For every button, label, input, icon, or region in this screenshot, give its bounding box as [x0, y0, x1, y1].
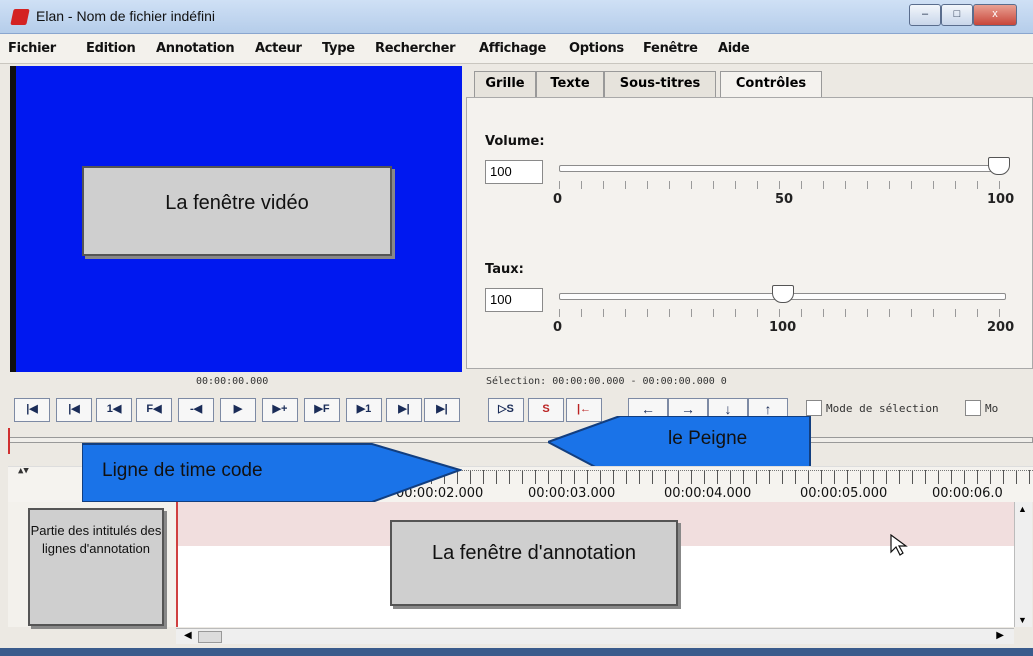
- tab-sous-titres[interactable]: Sous-titres: [604, 71, 716, 98]
- menu-options[interactable]: Options: [569, 41, 624, 56]
- menu-annotation[interactable]: Annotation: [156, 41, 235, 56]
- horizontal-scroll-thumb[interactable]: [198, 631, 222, 643]
- timecode-callout-label: Ligne de time code: [102, 460, 263, 481]
- next-frame-button[interactable]: ▶|: [386, 398, 422, 422]
- taskbar-strip: [0, 648, 1033, 656]
- menu-aide[interactable]: Aide: [718, 41, 750, 56]
- menu-bar: Fichier Edition Annotation Acteur Type R…: [0, 34, 1033, 64]
- volume-tick-100: 100: [987, 192, 1015, 207]
- tab-controles[interactable]: Contrôles: [720, 71, 822, 100]
- comb-callout-label: le Peigne: [668, 428, 748, 449]
- window-title: Elan - Nom de fichier indéfini: [36, 8, 215, 24]
- video-window-callout: La fenêtre vidéo: [82, 166, 392, 256]
- volume-label: Volume:: [485, 134, 545, 149]
- rate-tick-100: 100: [769, 320, 797, 335]
- volume-field[interactable]: 100: [485, 160, 543, 184]
- next-boundary-button[interactable]: ▶+: [262, 398, 298, 422]
- selection-mode-label: Mode de sélection: [826, 402, 939, 415]
- rate-slider-thumb[interactable]: [771, 285, 794, 303]
- media-time-display: 00:00:00.000: [196, 376, 269, 387]
- menu-edition[interactable]: Edition: [86, 41, 136, 56]
- menu-fichier[interactable]: Fichier: [8, 41, 56, 56]
- volume-tick-0: 0: [553, 192, 563, 207]
- vertical-scrollbar[interactable]: ▲ ▼: [1014, 502, 1032, 627]
- rate-field[interactable]: 100: [485, 288, 543, 312]
- window-controls: – □ x: [909, 4, 1017, 26]
- frame-forward-button[interactable]: ▶F: [304, 398, 340, 422]
- mouse-cursor-icon: [890, 534, 908, 556]
- horizontal-scrollbar[interactable]: ◀ ▶: [176, 628, 1014, 644]
- annotation-window-callout: La fenêtre d'annotation: [390, 520, 678, 606]
- selection-readout: Sélection: 00:00:00.000 - 00:00:00.000 0: [486, 376, 727, 387]
- go-to-begin-button[interactable]: |◀: [14, 398, 50, 422]
- rate-label: Taux:: [485, 262, 524, 277]
- other-mode-checkbox[interactable]: [965, 400, 981, 416]
- tier-names-callout: Partie des intitulés des lignes d'annota…: [28, 508, 164, 626]
- step-forward-second-button[interactable]: ▶1: [346, 398, 382, 422]
- previous-frame-button[interactable]: |◀: [56, 398, 92, 422]
- ruler-collapse-icon[interactable]: ▲▼: [18, 466, 29, 476]
- rate-tick-200: 200: [987, 320, 1015, 335]
- scroll-left-icon[interactable]: ◀: [184, 630, 192, 641]
- tab-texte[interactable]: Texte: [536, 71, 604, 98]
- ruler-label-4s: 00:00:04.000: [664, 486, 752, 501]
- minimize-icon[interactable]: –: [909, 4, 941, 26]
- ruler-label-6s: 00:00:06.0: [932, 486, 1003, 501]
- play-selection-button[interactable]: ▷S: [488, 398, 524, 422]
- menu-affichage[interactable]: Affichage: [479, 41, 546, 56]
- volume-ticks: [559, 181, 1004, 189]
- viewer-tabs: Grille Texte Sous-titres Contrôles: [466, 68, 1033, 100]
- menu-type[interactable]: Type: [322, 41, 355, 56]
- other-mode-label: Mo: [985, 402, 999, 415]
- elan-app-icon: [10, 9, 30, 25]
- step-back-second-button[interactable]: 1◀: [96, 398, 132, 422]
- maximize-icon[interactable]: □: [941, 4, 973, 26]
- title-bar: Elan - Nom de fichier indéfini – □ x: [0, 0, 1033, 34]
- scroll-down-icon[interactable]: ▼: [1018, 615, 1027, 625]
- previous-boundary-button[interactable]: -◀: [178, 398, 214, 422]
- menu-rechercher[interactable]: Rechercher: [375, 41, 456, 56]
- go-to-end-button[interactable]: ▶|: [424, 398, 460, 422]
- video-viewer[interactable]: La fenêtre vidéo: [10, 66, 462, 372]
- volume-slider-thumb[interactable]: [988, 157, 1010, 175]
- scroll-up-icon[interactable]: ▲: [1018, 504, 1027, 514]
- menu-fenetre[interactable]: Fenêtre: [643, 41, 698, 56]
- crosshair-marker: [8, 428, 10, 454]
- frame-back-button[interactable]: F◀: [136, 398, 172, 422]
- volume-slider-track[interactable]: [559, 165, 1006, 172]
- tab-grille[interactable]: Grille: [474, 71, 536, 98]
- selection-mode-checkbox[interactable]: [806, 400, 822, 416]
- scroll-right-icon[interactable]: ▶: [996, 630, 1004, 641]
- close-icon[interactable]: x: [973, 4, 1017, 26]
- menu-acteur[interactable]: Acteur: [255, 41, 302, 56]
- ruler-ticks: [392, 470, 1033, 484]
- controls-panel: Volume: 100 0 50 100 Taux: 100 0 100 200: [466, 97, 1033, 369]
- ruler-label-5s: 00:00:05.000: [800, 486, 888, 501]
- volume-tick-50: 50: [775, 192, 794, 207]
- rate-ticks: [559, 309, 1004, 317]
- play-button[interactable]: ▶: [220, 398, 256, 422]
- ruler-label-3s: 00:00:03.000: [528, 486, 616, 501]
- rate-tick-0: 0: [553, 320, 563, 335]
